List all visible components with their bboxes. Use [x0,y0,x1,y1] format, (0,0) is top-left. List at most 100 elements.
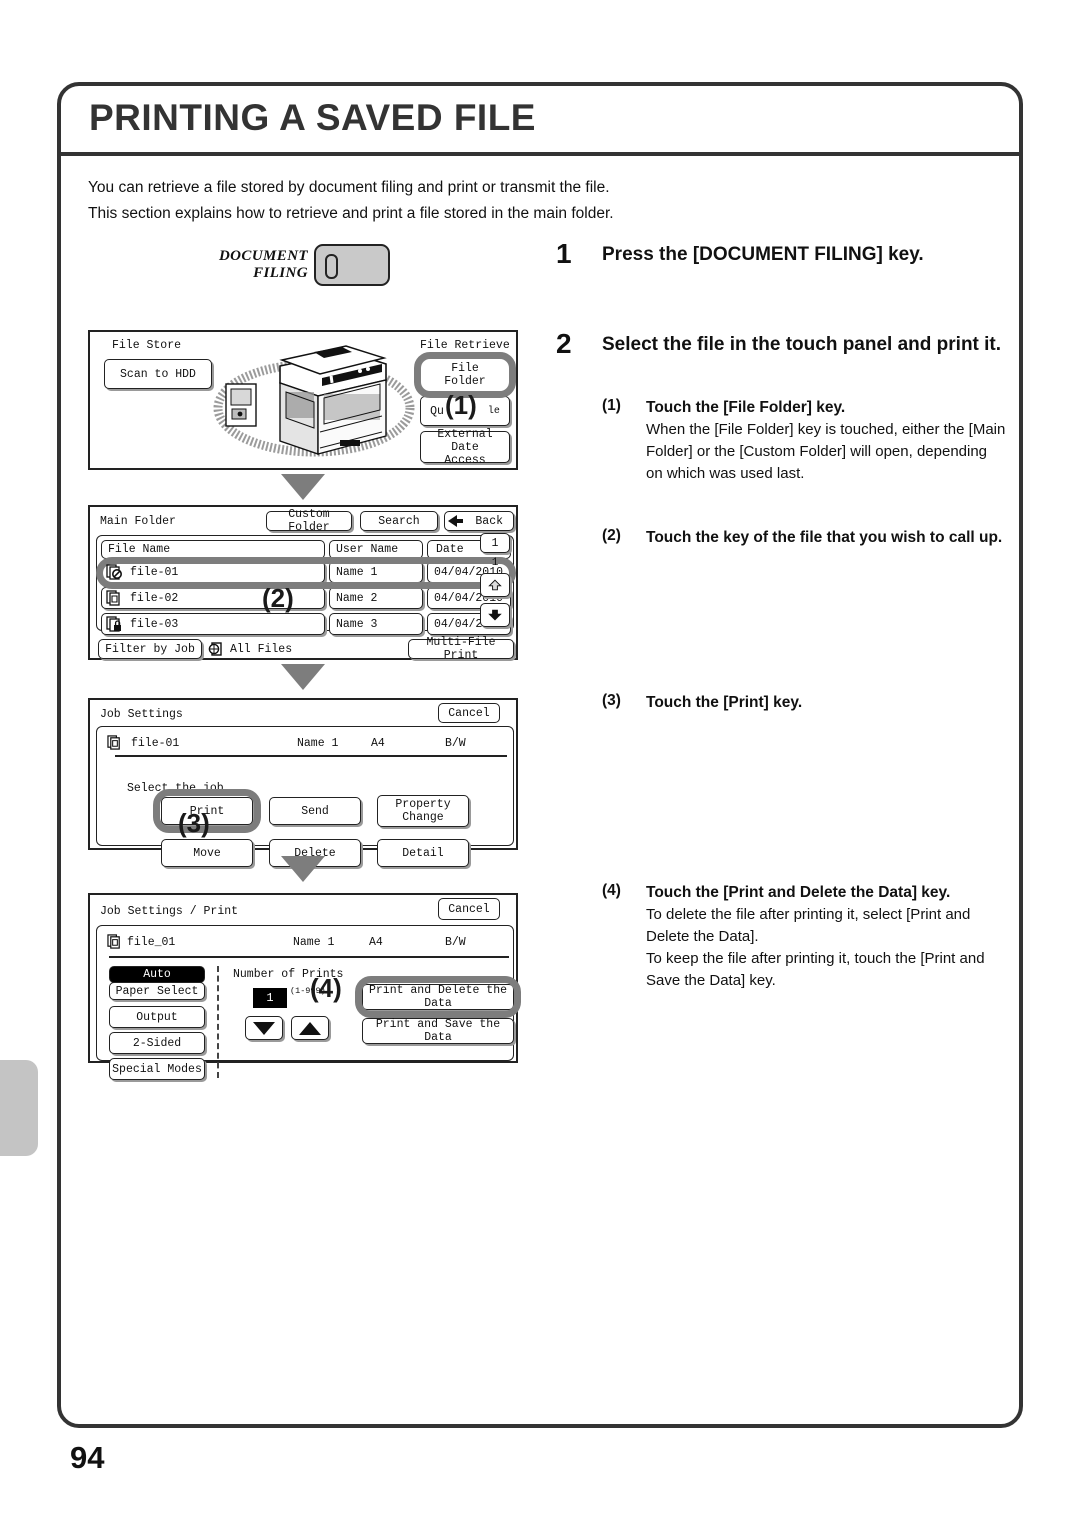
pager-down-button[interactable] [480,603,510,627]
substep-4-number: (4) [602,882,621,899]
substep-1-heading: Touch the [File Folder] key. [646,399,846,416]
substep-4: (4) Touch the [Print and Delete the Data… [602,882,1006,992]
document-filing-key-label: DOCUMENT FILING [218,248,308,281]
pager-up-button[interactable] [480,573,510,597]
label-main-folder: Main Folder [100,515,176,528]
table-row[interactable]: file-01 [101,561,325,583]
print-paper-size: A4 [369,936,383,949]
label-file-retrieve: File Retrieve [420,339,510,352]
callout-4: (4) [310,973,342,1003]
key-move[interactable]: Move [161,839,253,867]
job-paper-size: A4 [371,737,385,750]
key-paper-select[interactable]: Paper Select [109,982,205,1000]
callout-3: (3) [178,808,210,838]
key-file-folder[interactable]: File Folder [420,358,510,392]
substep-1-body: When the [File Folder] key is touched, e… [646,421,1006,482]
key-print-and-save-the-data[interactable]: Print and Save the Data [362,1018,514,1044]
key-cancel[interactable]: Cancel [438,703,500,723]
quick-file-text-right: le [487,405,500,417]
substep-4-body-line-2: To keep the file after printing it, touc… [646,950,985,989]
substep-3-heading: Touch the [Print] key. [646,694,803,711]
number-of-prints-value: 1 [253,988,287,1008]
panel-job-settings-print: Job Settings / Print Cancel file_01 Name… [88,893,521,1080]
key-external-data-access[interactable]: External Date Access [420,428,510,467]
column-header-date-label: Date [436,543,464,556]
intro-paragraph: You can retrieve a file stored by docume… [88,175,968,227]
key-2-sided[interactable]: 2-Sided [109,1032,205,1054]
step-1: 1 Press the [DOCUMENT FILING] key. [556,238,1006,269]
key-scan-to-hdd[interactable]: Scan to HDD [104,359,212,389]
pager-page-button[interactable]: 1 [480,533,510,553]
table-cell-user[interactable]: Name 3 [329,613,423,635]
callout-1: (1) [445,390,477,420]
label-select-the-job: Select the job. [127,782,231,795]
arrow-up-icon [488,579,502,591]
job-color-mode: B/W [445,737,466,750]
list-pager: 1 1 [474,505,518,660]
key-output[interactable]: Output [109,1006,205,1028]
substep-3-number: (3) [602,692,621,709]
label-all-files: All Files [230,643,293,656]
substep-4-body-line-1: To delete the file after printing it, se… [646,906,971,945]
table-row[interactable]: file-03 [101,613,325,635]
flow-arrow-1 [281,474,325,500]
back-arrow-tail-icon [456,519,463,523]
document-filing-hardware-button[interactable] [314,244,390,286]
job-user-name: Name 1 [297,737,339,750]
vertical-divider [217,966,219,1078]
quick-file-text-left: Qu [430,404,444,418]
substep-2: (2) Touch the key of the file that you w… [602,527,1006,549]
job-file-name: file-01 [131,737,180,750]
substep-4-heading: Touch the [Print and Delete the Data] ke… [646,884,951,901]
key-auto[interactable]: Auto [109,966,205,983]
file-disabled-icon [106,564,122,580]
page-title-bar: PRINTING A SAVED FILE [61,86,1019,150]
key-send[interactable]: Send [269,797,361,825]
key-decrease-count[interactable] [245,1016,283,1040]
title-divider [61,152,1019,156]
step-1-number: 1 [556,238,572,269]
substep-2-heading: Touch the key of the file that you wish … [646,529,1003,546]
file-list-frame: File Name User Name Date ▲ file-01 Name … [96,535,514,635]
mfp-printer-illustration [213,345,415,457]
file-locked-icon [106,616,121,632]
substep-1: (1) Touch the [File Folder] key. When th… [602,397,1006,485]
triangle-up-icon [299,1021,321,1035]
label-job-settings: Job Settings [100,708,183,721]
column-header-user-name[interactable]: User Name [329,540,423,559]
print-user-name: Name 1 [293,936,335,949]
substep-3: (3) Touch the [Print] key. [602,692,1006,714]
key-custom-folder[interactable]: Custom Folder [266,508,352,534]
step-2: 2 Select the file in the touch panel and… [556,328,1006,359]
margin-section-tab [0,1060,38,1156]
intro-line-2: This section explains how to retrieve an… [88,205,614,222]
key-property-change[interactable]: Property Change [377,795,469,827]
document-filing-key-illustration: DOCUMENT FILING [196,244,391,290]
intro-line-1: You can retrieve a file stored by docume… [88,179,610,196]
key-filter-by-job[interactable]: Filter by Job [98,639,202,659]
column-header-file-name[interactable]: File Name [101,540,325,559]
label-file-store: File Store [112,339,182,352]
job-settings-inner: file-01 Name 1 A4 B/W Select the job. Pr… [96,726,514,867]
key-cancel[interactable]: Cancel [438,898,500,920]
key-increase-count[interactable] [291,1016,329,1040]
print-header-divider [109,956,509,958]
file-page-icon [107,735,120,750]
key-search[interactable]: Search [360,511,438,531]
file-page-icon [106,590,120,606]
substep-1-number: (1) [602,397,621,414]
key-special-modes[interactable]: Special Modes [109,1058,205,1080]
panel-job-settings: Job Settings Cancel file-01 Name 1 A4 B/… [88,698,518,867]
key-detail[interactable]: Detail [377,839,469,867]
all-files-icon [208,642,222,656]
led-indicator-icon [325,254,338,279]
step-2-heading: Select the file in the touch panel and p… [602,334,1002,355]
print-color-mode: B/W [445,936,466,949]
page-number: 94 [70,1440,105,1475]
key-print-and-delete-the-data[interactable]: Print and Delete the Data [362,984,514,1010]
table-cell-user[interactable]: Name 1 [329,561,423,583]
flow-arrow-3 [281,856,325,882]
table-cell-user[interactable]: Name 2 [329,587,423,609]
label-job-settings-print: Job Settings / Print [100,905,239,918]
substep-2-number: (2) [602,527,621,544]
